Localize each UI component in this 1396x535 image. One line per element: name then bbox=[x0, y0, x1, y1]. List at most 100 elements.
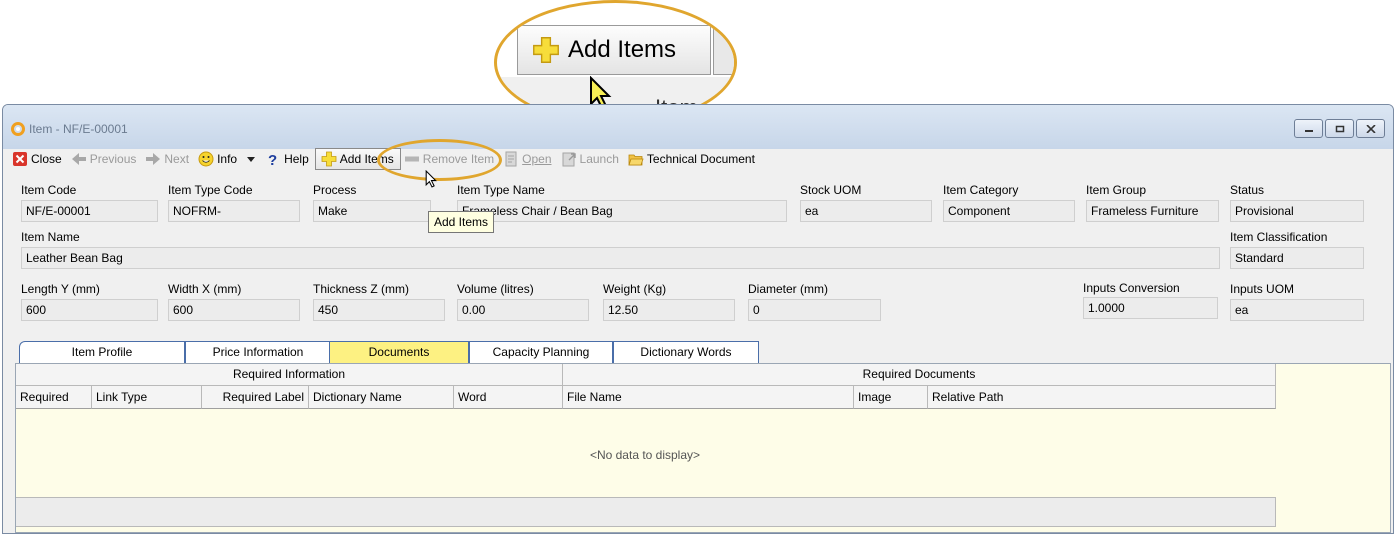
previous-label: Previous bbox=[89, 152, 137, 166]
svg-text:?: ? bbox=[268, 152, 277, 167]
minimize-icon bbox=[1304, 129, 1313, 132]
item-type-code-label: Item Type Code bbox=[168, 183, 253, 197]
info-label: Info bbox=[217, 152, 238, 166]
col-link-type[interactable]: Link Type bbox=[92, 386, 202, 409]
band-required-information: Required Information bbox=[16, 364, 563, 386]
tab-price-information[interactable]: Price Information bbox=[185, 341, 331, 363]
item-group-field[interactable]: Frameless Furniture bbox=[1086, 200, 1219, 222]
item-name-field[interactable]: Leather Bean Bag bbox=[21, 247, 1220, 269]
item-name-label: Item Name bbox=[21, 230, 80, 244]
process-label: Process bbox=[313, 183, 357, 197]
grid-header-row: Required Link Type Required Label Dictio… bbox=[16, 386, 1276, 409]
launch-icon bbox=[562, 152, 576, 167]
volume-label: Volume (litres) bbox=[457, 282, 534, 296]
stock-uom-label: Stock UOM bbox=[800, 183, 862, 197]
inputs-conversion-field[interactable]: 1.0000 bbox=[1083, 297, 1218, 319]
close-label: Close bbox=[31, 152, 62, 166]
launch-label: Launch bbox=[579, 152, 619, 166]
red-close-icon bbox=[13, 152, 27, 166]
diameter-label: Diameter (mm) bbox=[748, 282, 828, 296]
length-y-label: Length Y (mm) bbox=[21, 282, 100, 296]
plus-icon bbox=[533, 37, 559, 63]
item-window: Item - NF/E-00001 Close Previous Next In… bbox=[2, 104, 1394, 534]
close-window-button[interactable] bbox=[1356, 119, 1385, 138]
col-file-name[interactable]: File Name bbox=[563, 386, 854, 409]
toolbar: Close Previous Next Info ? Help Add Item… bbox=[9, 147, 1387, 171]
item-type-name-field[interactable]: Frameless Chair / Bean Bag bbox=[457, 200, 787, 222]
close-icon bbox=[1365, 124, 1376, 133]
item-category-label: Item Category bbox=[943, 183, 1019, 197]
thickness-z-field[interactable]: 450 bbox=[313, 299, 445, 321]
inputs-conversion-label: Inputs Conversion bbox=[1083, 281, 1180, 295]
band-required-documents: Required Documents bbox=[563, 364, 1276, 386]
inputs-uom-field[interactable]: ea bbox=[1230, 299, 1364, 321]
documents-grid: Required Information Required Documents … bbox=[15, 363, 1391, 533]
length-y-field[interactable]: 600 bbox=[21, 299, 158, 321]
thickness-z-label: Thickness Z (mm) bbox=[313, 282, 409, 296]
inputs-uom-label: Inputs UOM bbox=[1230, 282, 1295, 296]
app-logo-icon bbox=[11, 122, 25, 136]
weight-label: Weight (Kg) bbox=[603, 282, 667, 296]
zoomed-next-button-edge bbox=[713, 25, 734, 75]
launch-button[interactable]: Launch bbox=[558, 148, 625, 170]
width-x-label: Width X (mm) bbox=[168, 282, 242, 296]
tab-dictionary-words[interactable]: Dictionary Words bbox=[613, 341, 759, 363]
open-button[interactable]: Open bbox=[500, 148, 557, 170]
zoomed-add-items-label: Add Items bbox=[568, 36, 677, 63]
title-bar: Item - NF/E-00001 bbox=[3, 105, 1393, 149]
tab-documents[interactable]: Documents bbox=[329, 341, 469, 363]
grid-footer bbox=[16, 497, 1276, 527]
tab-item-profile[interactable]: Item Profile bbox=[19, 341, 185, 363]
item-group-label: Item Group bbox=[1086, 183, 1147, 197]
document-open-icon bbox=[505, 151, 517, 167]
help-label: Help bbox=[284, 152, 309, 166]
col-required[interactable]: Required bbox=[16, 386, 92, 409]
item-type-name-label: Item Type Name bbox=[457, 183, 545, 197]
next-label: Next bbox=[164, 152, 190, 166]
item-classification-label: Item Classification bbox=[1230, 230, 1328, 244]
col-word[interactable]: Word bbox=[454, 386, 563, 409]
info-button[interactable]: Info bbox=[195, 148, 262, 170]
add-items-tooltip: Add Items bbox=[428, 211, 495, 233]
mouse-cursor-icon bbox=[425, 170, 437, 188]
tab-capacity-planning[interactable]: Capacity Planning bbox=[469, 341, 613, 363]
arrow-right-icon bbox=[146, 153, 161, 165]
next-button[interactable]: Next bbox=[142, 148, 195, 170]
folder-open-icon bbox=[628, 154, 644, 166]
col-image[interactable]: Image bbox=[854, 386, 928, 409]
item-classification-field[interactable]: Standard bbox=[1230, 247, 1364, 269]
weight-field[interactable]: 12.50 bbox=[603, 299, 735, 321]
minimize-button[interactable] bbox=[1294, 119, 1323, 138]
grid-band-row: Required Information Required Documents bbox=[16, 364, 1276, 386]
arrow-left-icon bbox=[71, 153, 86, 165]
empty-grid-message: <No data to display> bbox=[589, 448, 701, 462]
smiley-icon bbox=[198, 151, 214, 167]
highlight-ring bbox=[377, 139, 502, 181]
previous-button[interactable]: Previous bbox=[68, 148, 143, 170]
diameter-field[interactable]: 0 bbox=[748, 299, 881, 321]
item-type-code-field[interactable]: NOFRM- bbox=[168, 200, 300, 222]
restore-icon bbox=[1335, 125, 1344, 132]
stock-uom-field[interactable]: ea bbox=[800, 200, 932, 222]
zoomed-add-items-button: Add Items bbox=[517, 25, 711, 75]
process-field[interactable]: Make bbox=[313, 200, 431, 222]
open-label: Open bbox=[522, 152, 552, 166]
col-dictionary-name[interactable]: Dictionary Name bbox=[309, 386, 454, 409]
col-required-label[interactable]: Required Label bbox=[202, 386, 309, 409]
technical-document-label: Technical Document bbox=[646, 152, 755, 166]
window-title: Item - NF/E-00001 bbox=[29, 122, 128, 136]
status-field[interactable]: Provisional bbox=[1230, 200, 1364, 222]
item-code-field[interactable]: NF/E-00001 bbox=[21, 200, 158, 222]
technical-document-button[interactable]: Technical Document bbox=[625, 148, 761, 170]
plus-icon bbox=[321, 151, 337, 167]
restore-button[interactable] bbox=[1325, 119, 1354, 138]
question-icon: ? bbox=[268, 152, 277, 167]
help-button[interactable]: ? Help bbox=[262, 148, 315, 170]
volume-field[interactable]: 0.00 bbox=[457, 299, 589, 321]
close-button[interactable]: Close bbox=[9, 148, 68, 170]
item-category-field[interactable]: Component bbox=[943, 200, 1075, 222]
status-label: Status bbox=[1230, 183, 1265, 197]
dropdown-arrow-icon bbox=[247, 157, 256, 162]
width-x-field[interactable]: 600 bbox=[168, 299, 300, 321]
col-relative-path[interactable]: Relative Path bbox=[928, 386, 1276, 409]
